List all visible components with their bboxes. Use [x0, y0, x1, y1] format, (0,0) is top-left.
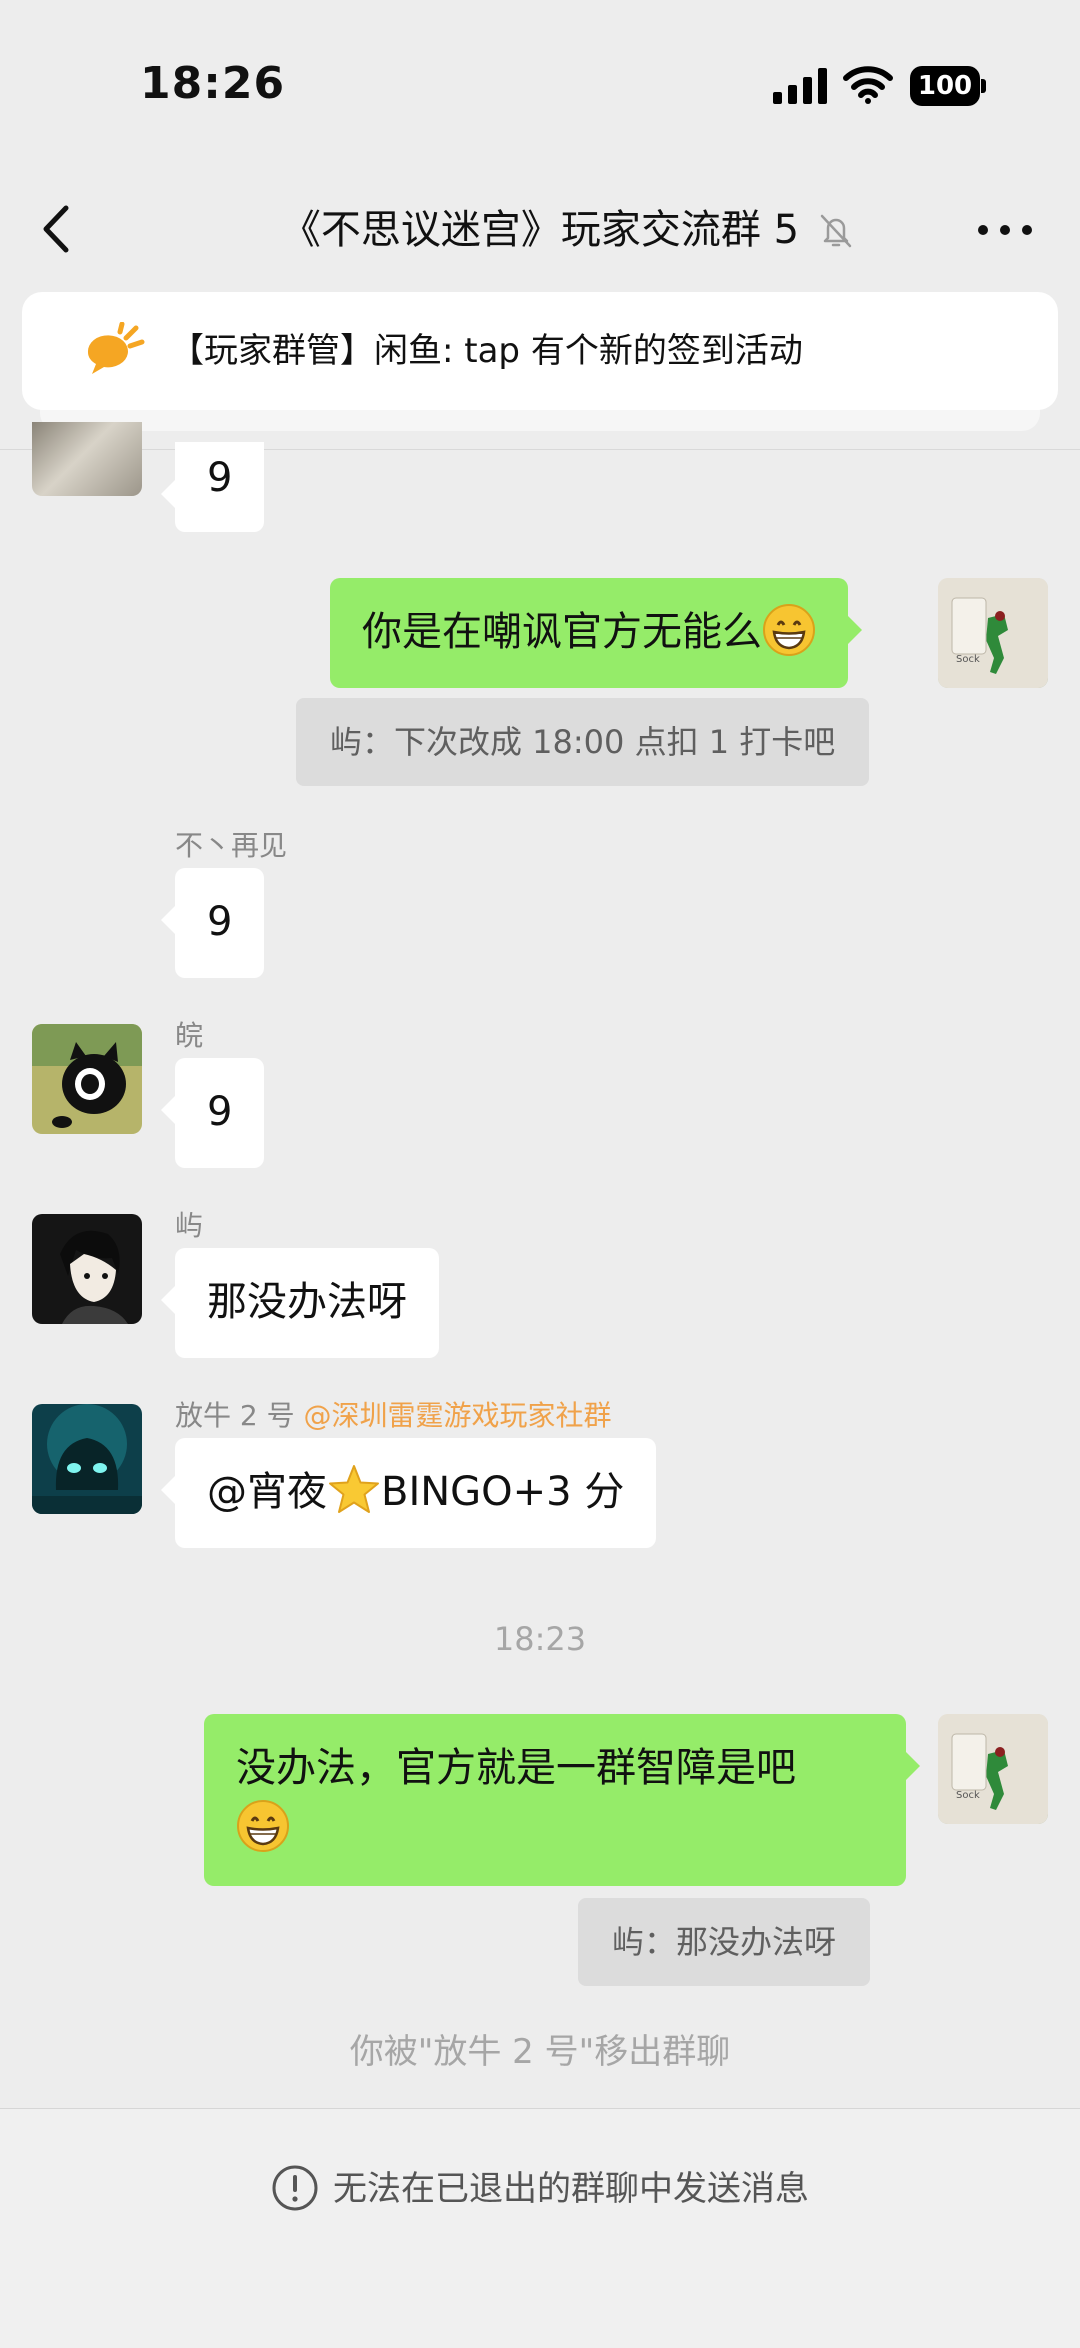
sender-group-tag: @深圳雷霆游戏玩家社群 [303, 1399, 612, 1432]
avatar-image [32, 1024, 142, 1134]
more-options-icon[interactable] [976, 220, 1034, 240]
avatar[interactable] [32, 422, 142, 496]
star-emoji-icon [329, 1465, 379, 1513]
quoted-reply[interactable]: 屿：那没办法呀 [578, 1898, 871, 1986]
quoted-reply[interactable]: 屿：下次改成 18:00 点扣 1 打卡吧 [296, 698, 870, 786]
svg-text:Sock: Sock [956, 654, 980, 665]
announcement-icon [87, 322, 145, 374]
disabled-notice-text: 无法在已退出的群聊中发送消息 [333, 2169, 809, 2209]
back-arrow-icon[interactable] [36, 194, 80, 264]
avatar[interactable] [32, 1404, 142, 1514]
message-bubble[interactable]: 那没办法呀 [161, 1248, 439, 1358]
avatar[interactable] [32, 1214, 142, 1324]
message-text: 你是在嘲讽官方无能么 [362, 609, 762, 655]
sender-name: 放牛 2 号 [175, 1399, 295, 1432]
chat-title: 《不思议迷宫》玩家交流群 5 [280, 207, 800, 253]
muted-bell-icon [820, 214, 852, 248]
chat-header: 《不思议迷宫》玩家交流群 5 [0, 170, 1080, 290]
my-avatar[interactable]: Sock [938, 578, 1048, 688]
battery-indicator: 100 [910, 66, 986, 106]
message-bubble[interactable]: @宵夜 BINGO+3 分 [160, 1438, 657, 1548]
sender-name: 屿 [175, 1209, 204, 1242]
message-timestamp: 18:23 [493, 1620, 587, 1658]
message-text-after: BINGO+3 分 [381, 1469, 625, 1515]
avatar-image: Sock [938, 1714, 1048, 1824]
battery-cap [981, 79, 986, 93]
cellular-signal-icon [773, 68, 827, 104]
battery-level: 100 [910, 66, 980, 106]
message-text: 没办法，官方就是一群智障是吧 [236, 1745, 796, 1791]
sender-line: 放牛 2 号 @深圳雷霆游戏玩家社群 [175, 1394, 612, 1434]
sender-name: 不丶再见 [175, 829, 288, 862]
message-bubble[interactable]: 没办法，官方就是一群智障是吧 [204, 1714, 920, 1886]
announcement-text: 【玩家群管】闲鱼: tap 有个新的签到活动 [170, 331, 803, 371]
avatar[interactable] [32, 1024, 142, 1134]
avatar-image [32, 1214, 142, 1324]
grinning-emoji-icon [237, 1800, 289, 1852]
message-bubble[interactable]: 9 [160, 1058, 265, 1168]
message-bubble[interactable]: 9 [160, 442, 265, 532]
status-bar: 18:26 100 [0, 0, 1080, 170]
wifi-icon [843, 66, 893, 104]
message-text-before: @宵夜 [207, 1469, 327, 1515]
message-bubble[interactable]: 9 [160, 868, 265, 978]
exclamation-circle-icon [272, 2165, 318, 2211]
status-time: 18:26 [140, 58, 286, 109]
input-disabled-bar: 无法在已退出的群聊中发送消息 [0, 2108, 1080, 2348]
group-announcement[interactable]: 【玩家群管】闲鱼: tap 有个新的签到活动 [22, 292, 1058, 410]
my-avatar[interactable]: Sock [938, 1714, 1048, 1824]
disabled-notice: 无法在已退出的群聊中发送消息 [0, 2161, 1080, 2212]
avatar-image: Sock [938, 578, 1048, 688]
avatar-image [32, 1404, 142, 1514]
sender-name: 皖 [175, 1019, 204, 1052]
header-divider [0, 449, 1080, 450]
system-message: 你被"放牛 2 号"移出群聊 [349, 2032, 731, 2072]
message-bubble[interactable]: 你是在嘲讽官方无能么 [330, 578, 862, 688]
svg-text:Sock: Sock [956, 1790, 980, 1801]
grinning-emoji-icon [763, 604, 815, 656]
